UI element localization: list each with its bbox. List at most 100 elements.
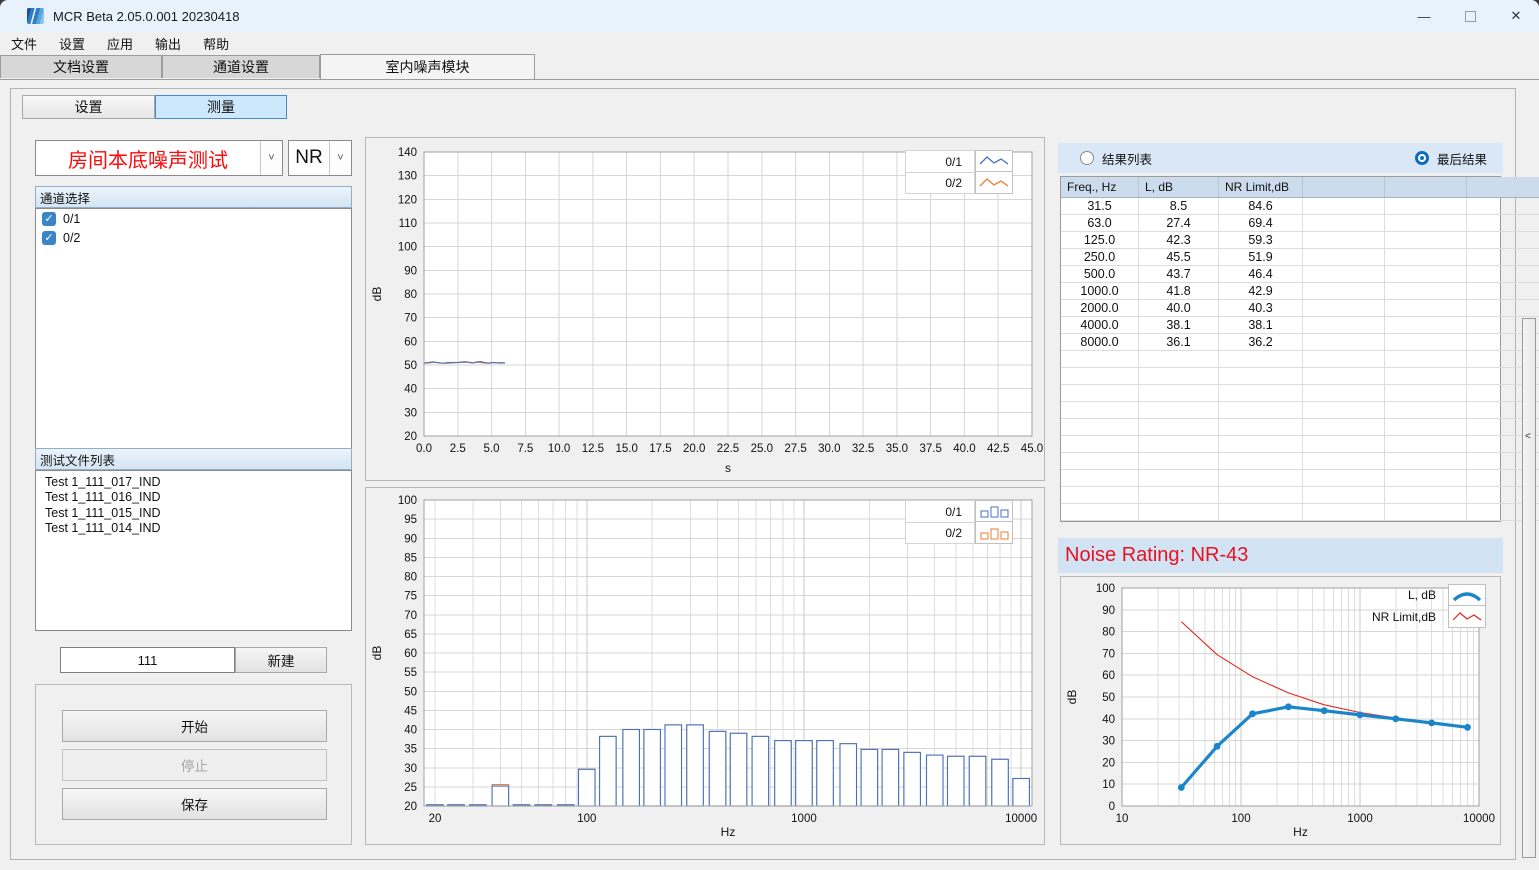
table-row[interactable]: 63.027.469.4	[1061, 215, 1539, 232]
noise-rating-banner: Noise Rating: NR-43	[1058, 538, 1503, 573]
chevron-down-icon: ˅	[329, 141, 351, 175]
test-file-item-0[interactable]: Test 1_111_017_IND	[36, 475, 351, 490]
svg-text:85: 85	[404, 552, 417, 564]
checkbox-checked-icon[interactable]: ✓	[42, 231, 56, 245]
svg-text:30.0: 30.0	[818, 443, 840, 455]
channel-label: 0/2	[63, 231, 80, 245]
test-file-list-header: 测试文件列表	[35, 448, 352, 470]
radio-result-list[interactable]: 结果列表	[1080, 149, 1152, 168]
results-table-header-4	[1385, 177, 1467, 198]
table-row[interactable]: 31.58.584.6	[1061, 198, 1539, 215]
menu-item-1[interactable]: 设置	[48, 32, 96, 55]
svg-text:140: 140	[398, 147, 417, 159]
radio-last-result[interactable]: 最后结果	[1415, 149, 1487, 168]
table-row[interactable]: 125.042.359.3	[1061, 232, 1539, 249]
table-row[interactable]: 8000.036.136.2	[1061, 334, 1539, 351]
svg-text:dB: dB	[1065, 690, 1079, 705]
channel-item-0/2[interactable]: ✓ 0/2	[36, 228, 351, 247]
table-cell	[1385, 300, 1467, 317]
svg-text:Hz: Hz	[1293, 825, 1308, 839]
svg-text:100: 100	[577, 813, 596, 825]
svg-text:130: 130	[398, 171, 417, 183]
svg-text:12.5: 12.5	[582, 443, 604, 455]
table-cell: 43.7	[1139, 266, 1219, 283]
test-file-item-3[interactable]: Test 1_111_014_IND	[36, 521, 351, 536]
table-row-empty	[1061, 368, 1539, 385]
subtab-settings[interactable]: 设置	[22, 95, 155, 119]
table-cell	[1467, 198, 1539, 215]
table-row[interactable]: 250.045.551.9	[1061, 249, 1539, 266]
table-cell: 125.0	[1061, 232, 1139, 249]
table-row[interactable]: 1000.041.842.9	[1061, 283, 1539, 300]
table-cell: 69.4	[1219, 215, 1303, 232]
menu-item-4[interactable]: 帮助	[192, 32, 240, 55]
legend-label: 0/1	[905, 500, 975, 522]
checkbox-checked-icon[interactable]: ✓	[42, 212, 56, 226]
table-cell	[1303, 300, 1385, 317]
tab-channel-settings[interactable]: 通道设置	[162, 55, 320, 78]
test-file-item-2[interactable]: Test 1_111_015_IND	[36, 506, 351, 521]
close-icon: ✕	[1511, 8, 1522, 24]
menu-bar: 文件设置应用输出帮助	[0, 32, 1539, 54]
tab-indoor-noise-module[interactable]: 室内噪声模块	[320, 54, 535, 79]
channel-list: ✓0/1✓0/2	[35, 208, 352, 449]
close-button[interactable]: ✕	[1493, 0, 1539, 32]
table-row[interactable]: 500.043.746.4	[1061, 266, 1539, 283]
svg-text:40: 40	[404, 725, 417, 737]
svg-text:90: 90	[1102, 605, 1115, 617]
svg-text:10: 10	[1116, 813, 1129, 825]
menu-item-2[interactable]: 应用	[96, 32, 144, 55]
channel-item-0/1[interactable]: ✓0/1	[36, 209, 351, 228]
svg-text:60: 60	[404, 336, 417, 348]
svg-text:25: 25	[404, 782, 417, 794]
table-row[interactable]: 4000.038.138.1	[1061, 317, 1539, 334]
svg-text:50: 50	[404, 686, 417, 698]
table-row-empty	[1061, 504, 1539, 521]
legend-thick-line-icon-blue	[1448, 584, 1486, 606]
table-cell	[1385, 317, 1467, 334]
stop-button[interactable]: 停止	[62, 749, 327, 781]
maximize-button[interactable]	[1447, 0, 1493, 32]
svg-text:40.0: 40.0	[953, 443, 975, 455]
test-name-input[interactable]	[60, 647, 235, 673]
minimize-button[interactable]: —	[1401, 0, 1447, 32]
table-cell: 84.6	[1219, 198, 1303, 215]
table-cell	[1467, 249, 1539, 266]
svg-text:30: 30	[404, 763, 417, 775]
svg-text:45.0: 45.0	[1021, 443, 1043, 455]
svg-text:15.0: 15.0	[615, 443, 637, 455]
test-type-dropdown[interactable]: 房间本底噪声测试 ˅	[35, 140, 283, 176]
svg-text:100: 100	[1231, 813, 1250, 825]
svg-text:35: 35	[404, 744, 417, 756]
svg-text:50: 50	[1102, 692, 1115, 704]
svg-text:120: 120	[398, 194, 417, 206]
table-cell: 40.0	[1139, 300, 1219, 317]
table-row-empty	[1061, 487, 1539, 504]
subtab-measure[interactable]: 测量	[155, 95, 287, 119]
svg-text:10000: 10000	[1005, 813, 1037, 825]
svg-text:95: 95	[404, 514, 417, 526]
svg-text:20: 20	[1102, 757, 1115, 769]
table-cell: 8000.0	[1061, 334, 1139, 351]
table-cell: 40.3	[1219, 300, 1303, 317]
test-file-item-1[interactable]: Test 1_111_016_IND	[36, 490, 351, 505]
table-cell	[1303, 249, 1385, 266]
new-button[interactable]: 新建	[235, 647, 327, 673]
table-cell: 42.9	[1219, 283, 1303, 300]
menu-item-0[interactable]: 文件	[0, 32, 48, 55]
start-button[interactable]: 开始	[62, 710, 327, 742]
table-cell	[1303, 198, 1385, 215]
save-button[interactable]: 保存	[62, 788, 327, 820]
svg-text:100: 100	[398, 242, 417, 254]
side-panel-collapse-bar[interactable]: <	[1522, 318, 1536, 858]
menu-item-3[interactable]: 输出	[144, 32, 192, 55]
svg-text:40: 40	[1102, 714, 1115, 726]
table-cell	[1385, 334, 1467, 351]
tab-document-settings[interactable]: 文档设置	[0, 55, 162, 78]
legend-bars-icon-blue	[975, 500, 1013, 522]
legend-bars-icon-orange	[975, 522, 1013, 544]
rating-type-dropdown[interactable]: NR ˅	[288, 140, 352, 176]
svg-text:20.0: 20.0	[683, 443, 705, 455]
table-row[interactable]: 2000.040.040.3	[1061, 300, 1539, 317]
svg-text:25.0: 25.0	[751, 443, 773, 455]
